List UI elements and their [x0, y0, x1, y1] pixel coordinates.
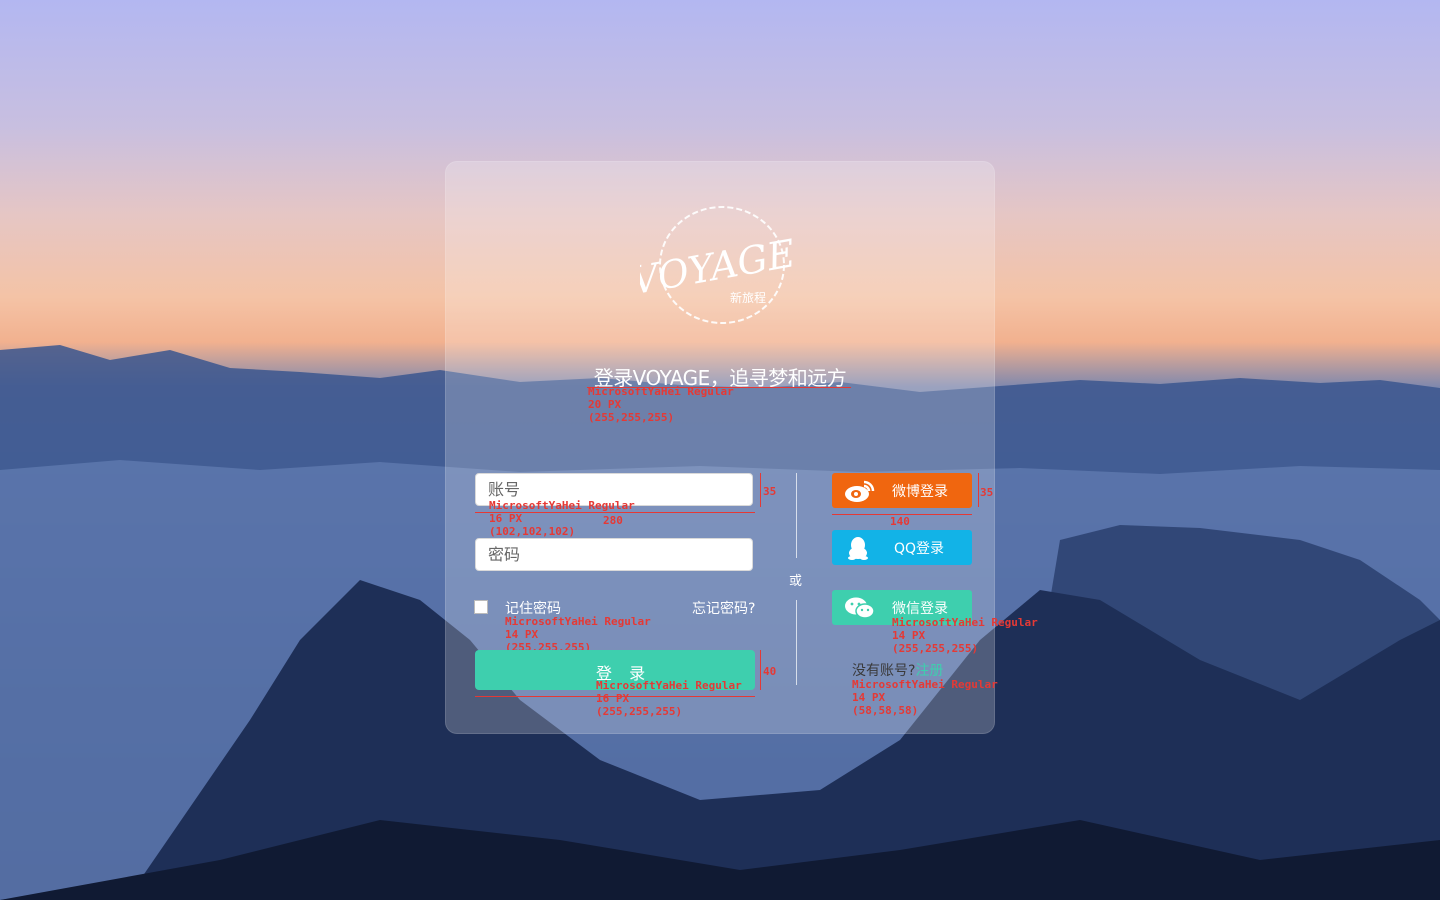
wechat-icon [845, 597, 875, 619]
weibo-label: 微博登录 [892, 484, 948, 500]
qq-label: QQ登录 [894, 541, 945, 557]
qq-penguin-icon [848, 537, 868, 560]
divider-bottom [796, 600, 797, 685]
signup-link[interactable]: 注册 [915, 663, 943, 679]
wechat-annotation: MicrosoftYaHei Regular 14 PX (255,255,255) [892, 616, 1038, 655]
login-annotation: MicrosoftYaHei Regular 16 PX (255,255,255) [596, 679, 742, 718]
or-label: 或 [789, 574, 803, 589]
signup-prompt: 没有账号?注册 [852, 660, 943, 680]
password-input[interactable] [475, 538, 753, 571]
qq-login-button[interactable]: QQ登录 [832, 530, 972, 565]
signup-prompt-text: 没有账号? [852, 663, 916, 679]
logo-text: VOYAGE [640, 231, 799, 303]
remember-checkbox[interactable] [474, 600, 488, 614]
remember-annotation: MicrosoftYaHei Regular 14 PX (255,255,255) [505, 615, 651, 654]
dim-line [760, 473, 761, 507]
logo-subtext: 新旅程 [730, 290, 766, 305]
dim-label: 35 [763, 485, 777, 498]
dim-line [978, 473, 979, 507]
dim-label: 35 [980, 486, 994, 499]
weibo-icon [845, 480, 875, 502]
divider-top [796, 473, 797, 558]
dim-label: 140 [890, 515, 910, 528]
dim-line [760, 650, 761, 690]
heading-annotation: MicrosoftYaHei Regular 20 PX (255,255,255) [588, 385, 734, 424]
wechat-label: 微信登录 [892, 601, 948, 617]
input-annotation: MicrosoftYaHei Regular 16 PX (102,102,102) [489, 499, 635, 538]
voyage-logo: VOYAGE 新旅程 [640, 206, 799, 324]
dim-label: 40 [763, 665, 777, 678]
forgot-password-link[interactable]: 忘记密码? [692, 598, 755, 618]
weibo-login-button[interactable]: 微博登录 [832, 473, 972, 508]
signup-annotation: MicrosoftYaHei Regular 14 PX (58,58,58) [852, 678, 998, 717]
